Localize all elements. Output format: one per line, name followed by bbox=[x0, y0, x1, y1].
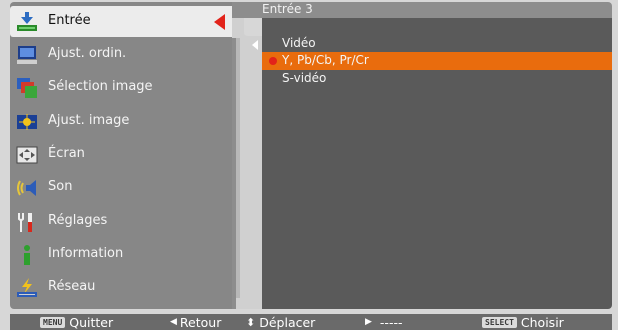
sidebar-item-label: Entrée bbox=[48, 13, 91, 28]
left-arrow-icon: ◀ bbox=[170, 317, 177, 327]
sidebar-item-label: Ajust. ordin. bbox=[48, 46, 127, 61]
sidebar-item-label: Son bbox=[48, 179, 73, 194]
panel-header: Entrée 3 bbox=[232, 2, 612, 18]
help-bar: MENU Quitter ◀ Retour ⬍ Déplacer ▶ -----… bbox=[10, 314, 612, 330]
next-label: ----- bbox=[379, 314, 403, 330]
sidebar-item-label: Sélection image bbox=[48, 79, 153, 94]
sidebar-item-entree[interactable]: Entrée bbox=[10, 6, 240, 37]
sidebar-item-son[interactable]: Son bbox=[10, 172, 240, 203]
panel-title: Entrée 3 bbox=[262, 2, 313, 16]
sidebar-item-label: Réglages bbox=[48, 213, 108, 228]
next-hint: ▶ ----- bbox=[365, 314, 403, 330]
choose-hint: SELECT Choisir bbox=[482, 314, 564, 330]
quit-label: Quitter bbox=[69, 314, 114, 330]
quit-hint: MENU Quitter bbox=[40, 314, 114, 330]
move-label: Déplacer bbox=[259, 314, 316, 330]
active-marker-icon bbox=[214, 14, 225, 30]
back-arrow-icon[interactable] bbox=[252, 40, 258, 50]
image-adjust-icon bbox=[17, 114, 37, 130]
right-arrow-icon: ▶ bbox=[365, 317, 372, 327]
sidebar-item-ecran[interactable]: Écran bbox=[10, 139, 240, 170]
sidebar-item-ajust-ordin[interactable]: Ajust. ordin. bbox=[10, 39, 240, 70]
option-s-video[interactable]: S-vidéo bbox=[262, 70, 612, 88]
sidebar-item-label: Ajust. image bbox=[48, 113, 130, 128]
sidebar-item-reglages[interactable]: Réglages bbox=[10, 206, 240, 237]
back-label: Retour bbox=[179, 314, 222, 330]
sidebar-item-ajust-image[interactable]: Ajust. image bbox=[10, 106, 240, 137]
sidebar-item-label: Écran bbox=[48, 146, 85, 161]
computer-adjust-icon bbox=[17, 46, 37, 64]
option-label: Y, Pb/Cb, Pr/Cr bbox=[282, 53, 369, 67]
network-icon bbox=[17, 278, 37, 297]
input-icon bbox=[17, 12, 37, 31]
screen-icon bbox=[16, 146, 38, 164]
image-select-icon bbox=[17, 78, 37, 98]
up-down-arrow-icon: ⬍ bbox=[246, 315, 256, 329]
move-hint: ⬍ Déplacer bbox=[246, 314, 316, 330]
select-key-icon: SELECT bbox=[482, 316, 517, 328]
option-video[interactable]: Vidéo bbox=[262, 35, 612, 53]
sidebar-item-selection-image[interactable]: Sélection image bbox=[10, 72, 240, 103]
sidebar-menu: Entrée Ajust. ordin. Sélection image Aju… bbox=[10, 2, 240, 309]
sound-icon bbox=[17, 180, 36, 196]
sidebar-item-label: Réseau bbox=[48, 279, 96, 294]
option-label: S-vidéo bbox=[282, 71, 327, 85]
option-label: Vidéo bbox=[282, 36, 316, 50]
settings-icon bbox=[18, 213, 32, 232]
information-icon bbox=[24, 245, 30, 265]
menu-key-icon: MENU bbox=[40, 316, 66, 328]
sidebar-item-reseau[interactable]: Réseau bbox=[10, 272, 240, 303]
selected-dot-icon bbox=[269, 57, 277, 65]
choose-label: Choisir bbox=[520, 314, 564, 330]
option-ypbpr[interactable]: Y, Pb/Cb, Pr/Cr bbox=[262, 52, 612, 70]
sidebar-item-information[interactable]: Information bbox=[10, 239, 240, 270]
sidebar-item-label: Information bbox=[48, 246, 124, 261]
back-hint: ◀ Retour bbox=[170, 314, 222, 330]
